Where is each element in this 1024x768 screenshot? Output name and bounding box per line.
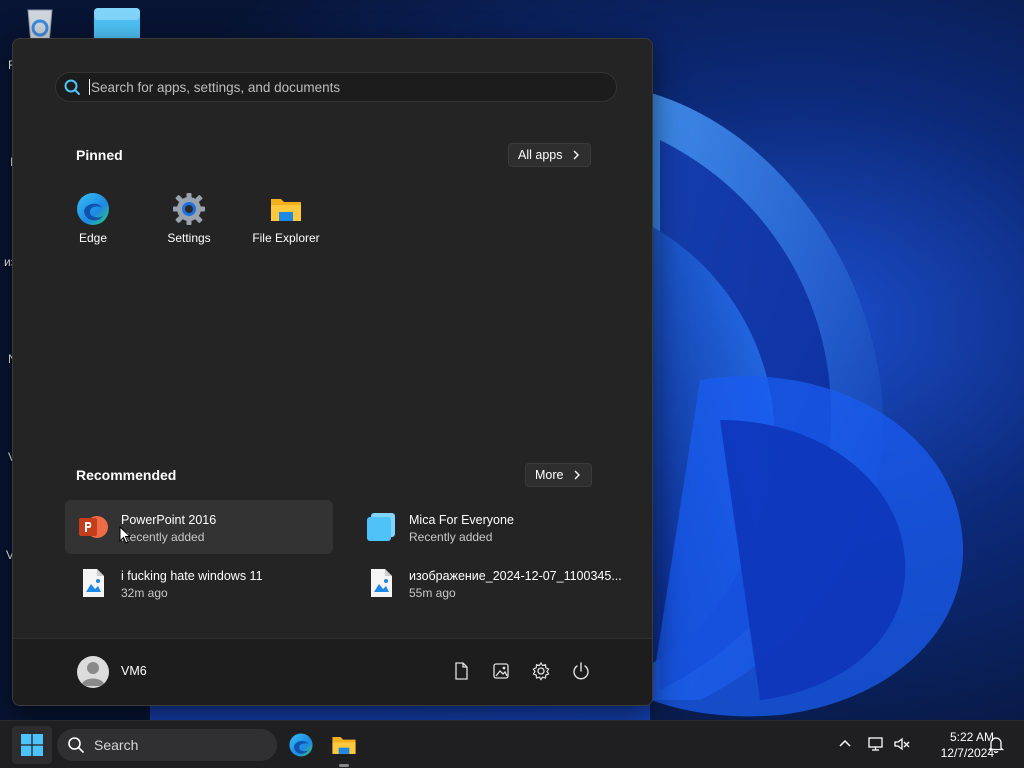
recommended-item-title: изображение_2024-12-07_1100345... [409, 569, 622, 583]
pictures-icon[interactable] [491, 661, 511, 681]
recommended-item-title: i fucking hate windows 11 [121, 569, 263, 583]
text-caret [89, 79, 90, 95]
recommended-item-title: Mica For Everyone [409, 513, 514, 527]
settings-icon[interactable] [531, 661, 551, 681]
start-search-box[interactable] [55, 72, 617, 102]
start-search-input[interactable] [91, 79, 616, 95]
recommended-item-file[interactable]: изображение_2024-12-07_1100345... 55m ag… [353, 556, 622, 610]
power-icon[interactable] [571, 661, 591, 681]
recommended-title: Recommended [76, 467, 177, 483]
chevron-right-icon [574, 470, 581, 480]
start-menu: Pinned All apps Edge [12, 38, 653, 706]
volume-muted-icon[interactable] [893, 735, 911, 753]
user-icon [81, 662, 105, 686]
notification-bell-icon[interactable] [987, 735, 1005, 753]
pinned-app-settings[interactable]: Settings [144, 191, 234, 261]
pinned-app-edge[interactable]: Edge [48, 191, 138, 261]
pinned-app-label: File Explorer [252, 231, 320, 245]
chevron-right-icon [573, 150, 580, 160]
recommended-item-subtitle: Recently added [121, 530, 205, 544]
recommended-item-subtitle: 55m ago [409, 586, 456, 600]
search-icon [68, 737, 84, 753]
network-icon[interactable] [867, 735, 885, 753]
all-apps-button[interactable]: All apps [508, 143, 592, 167]
mica-app-icon [367, 513, 395, 541]
taskbar: Search 5:22 AM 12/7/2024 [0, 720, 1024, 768]
system-clock[interactable]: 5:22 AM 12/7/2024 [914, 729, 994, 761]
windows-logo-icon [21, 734, 43, 756]
start-button[interactable] [12, 726, 52, 764]
edge-icon [77, 193, 109, 225]
search-icon [64, 79, 80, 95]
running-app-indicator [339, 764, 349, 767]
recommended-item-title: PowerPoint 2016 [121, 513, 217, 527]
image-file-icon [83, 569, 104, 597]
taskbar-search-label: Search [94, 737, 139, 753]
image-file-icon [371, 569, 392, 597]
settings-gear-icon [173, 193, 205, 225]
mouse-cursor-icon [119, 526, 131, 544]
powerpoint-icon [79, 516, 108, 538]
clock-time: 5:22 AM [949, 730, 994, 744]
documents-icon[interactable] [451, 661, 471, 681]
recommended-item-file[interactable]: i fucking hate windows 11 32m ago [65, 556, 333, 610]
recommended-item-powerpoint[interactable]: PowerPoint 2016 Recently added [65, 500, 333, 554]
recommended-item-mica[interactable]: Mica For Everyone Recently added [353, 500, 621, 554]
pinned-app-label: Settings [167, 231, 211, 245]
folder-icon [271, 199, 301, 221]
user-avatar[interactable] [77, 656, 109, 688]
pinned-app-label: Edge [78, 231, 108, 245]
pinned-app-file-explorer[interactable]: File Explorer [241, 191, 331, 261]
recommended-item-subtitle: Recently added [409, 530, 493, 544]
edge-icon[interactable] [285, 729, 317, 761]
user-name[interactable]: VM6 [121, 664, 147, 678]
all-apps-label: All apps [518, 148, 563, 162]
chevron-up-icon[interactable] [836, 735, 854, 753]
folder-icon[interactable] [328, 729, 360, 761]
recommended-item-subtitle: 32m ago [121, 586, 168, 600]
more-label: More [535, 468, 564, 482]
more-button[interactable]: More [525, 463, 593, 487]
start-menu-footer: VM6 [13, 638, 652, 705]
clock-date: 12/7/2024 [940, 746, 994, 760]
taskbar-search[interactable]: Search [57, 729, 277, 761]
pinned-title: Pinned [76, 147, 123, 163]
